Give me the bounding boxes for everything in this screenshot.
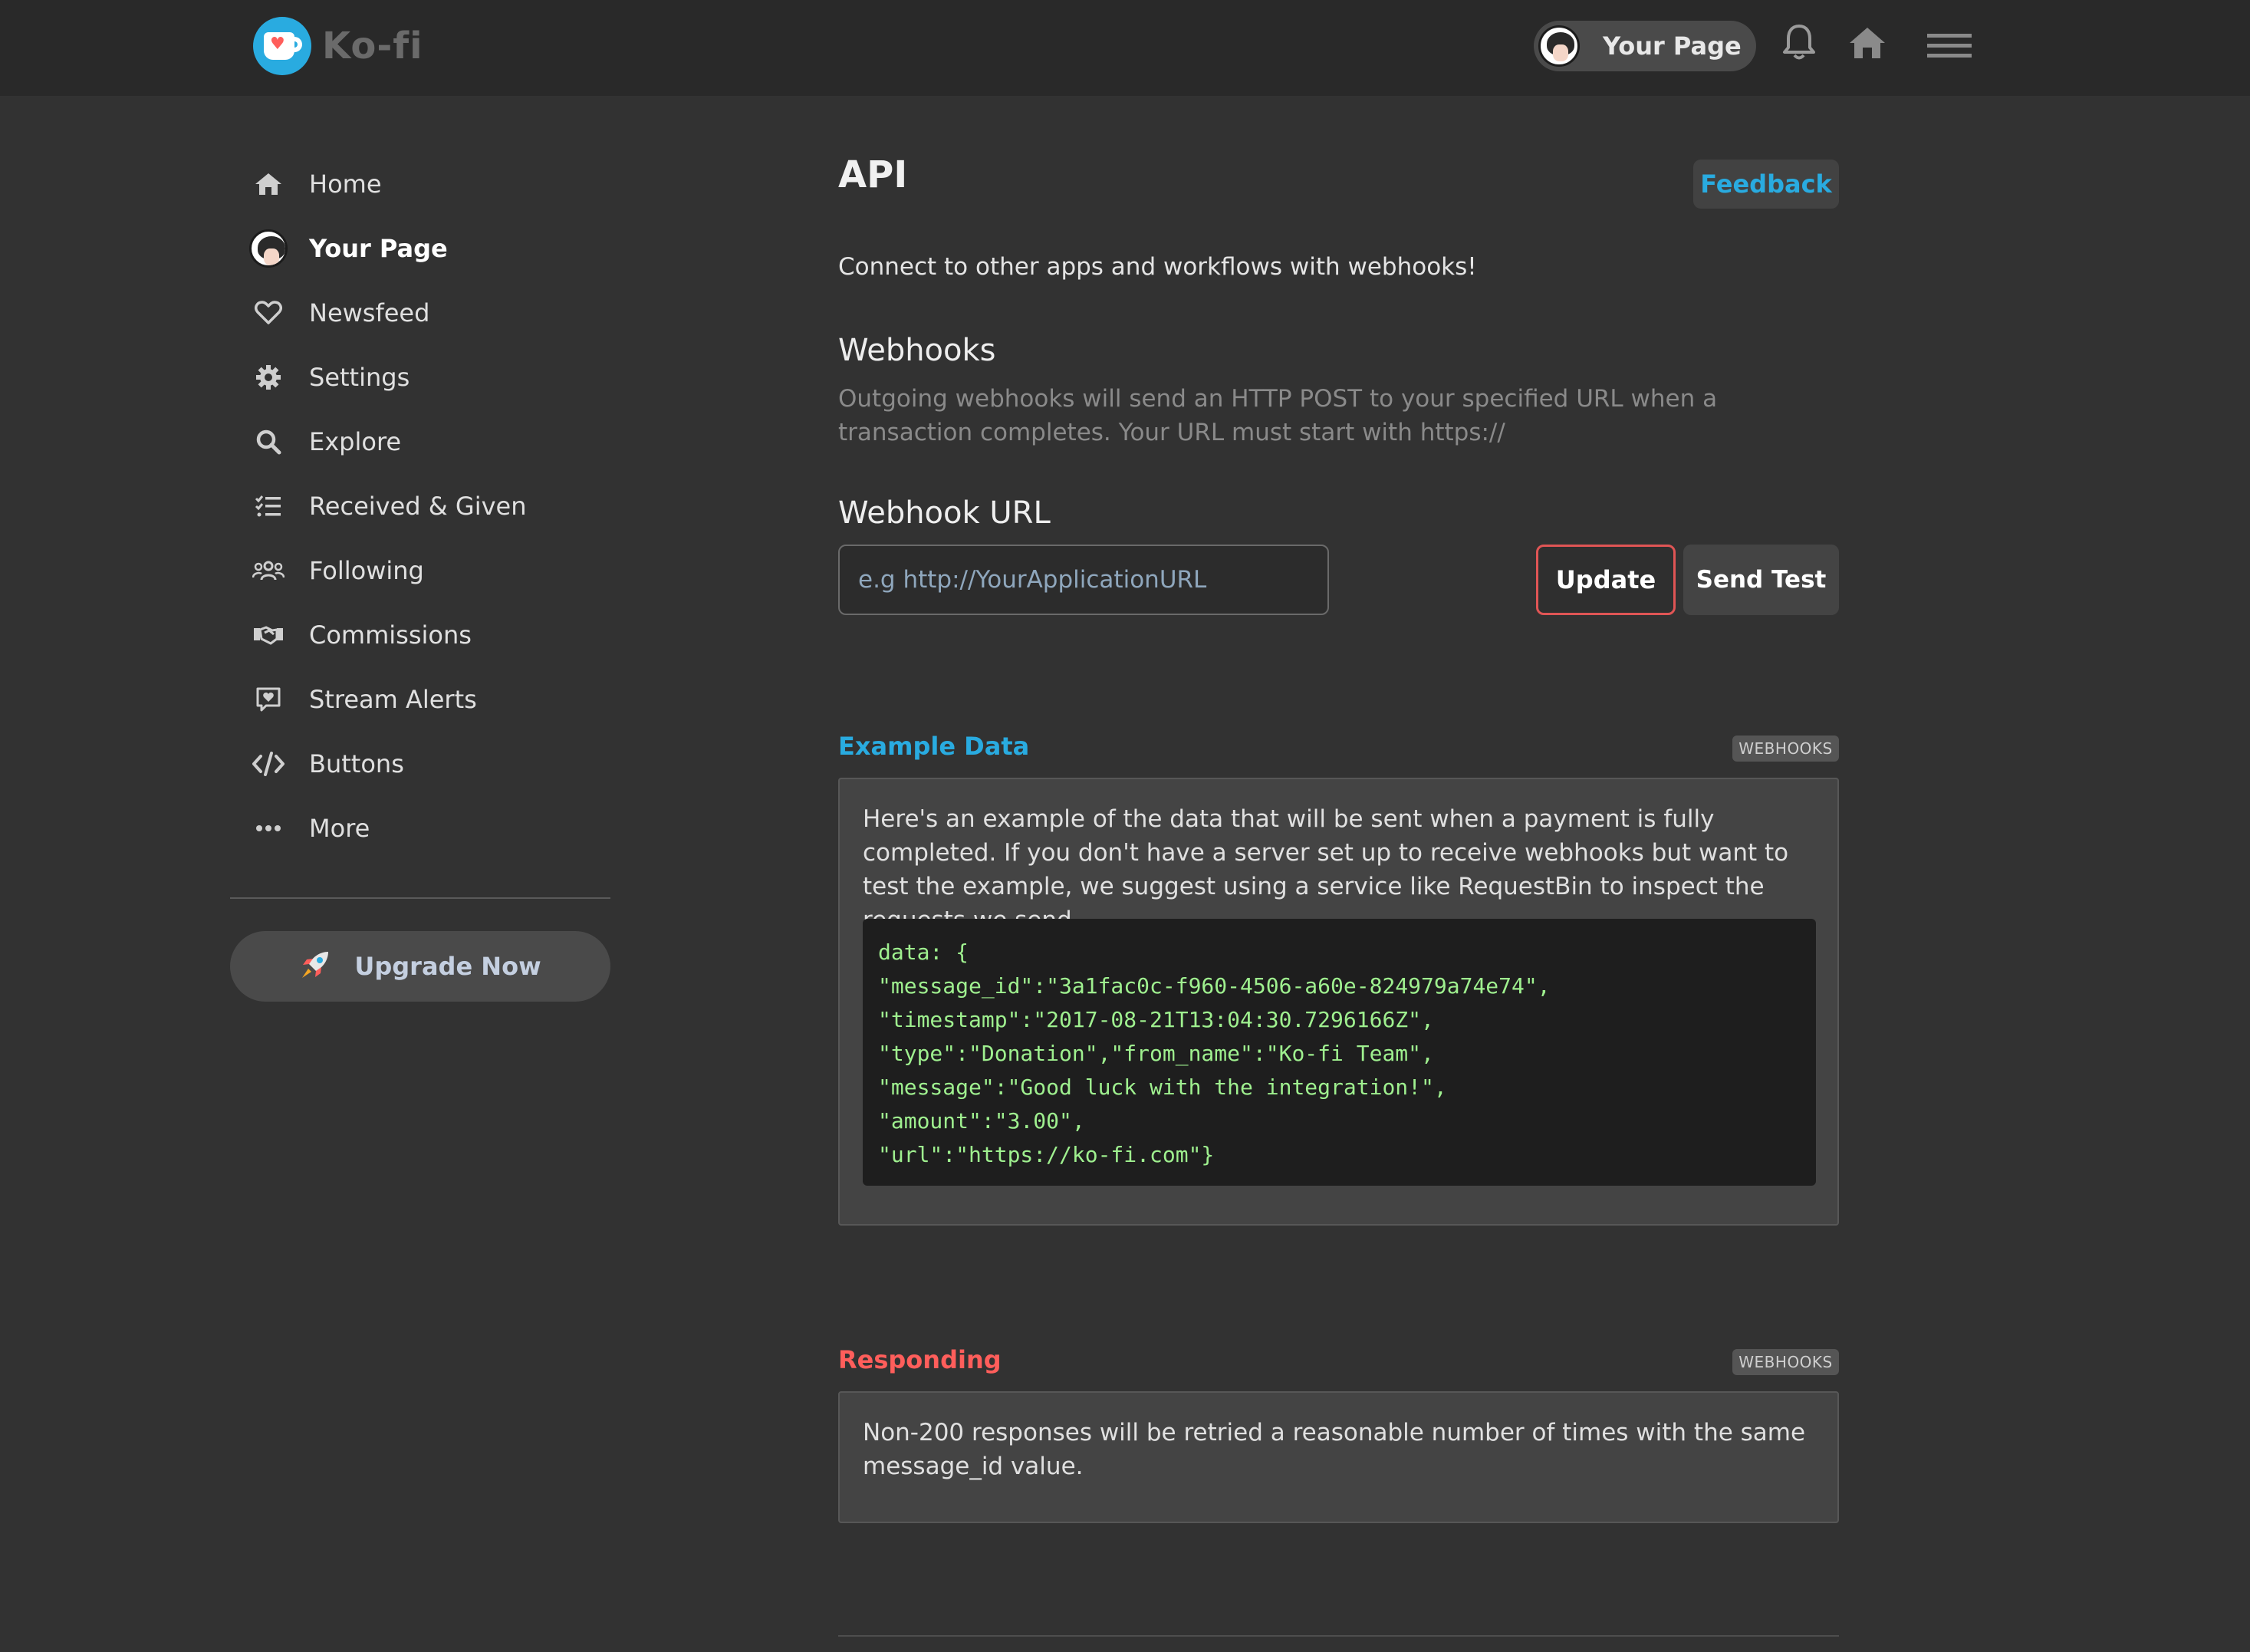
sidebar-item-more[interactable]: More [230,805,610,851]
webhooks-description: Outgoing webhooks will send an HTTP POST… [838,385,1718,446]
kofi-logo[interactable]: ♥ Ko-fi [253,17,423,75]
webhooks-badge: WEBHOOKS [1732,1349,1839,1375]
code-line: "message_id":"3a1fac0c-f960-4506-a60e-82… [878,973,1551,999]
webhook-url-input[interactable] [838,545,1329,615]
ellipsis-icon [245,805,291,851]
sidebar-item-label: More [309,814,370,843]
webhook-url-heading: Webhook URL [838,495,1051,531]
update-button[interactable]: Update [1536,545,1676,615]
code-line: "timestamp":"2017-08-21T13:04:30.7296166… [878,1007,1434,1032]
responding-text: Non-200 responses will be retried a reas… [863,1419,1806,1480]
webhooks-heading: Webhooks [838,333,996,368]
content-divider [838,1635,1839,1637]
heart-icon [245,290,291,336]
upgrade-now-button[interactable]: Upgrade Now [230,931,610,1002]
sidebar-item-commissions[interactable]: Commissions [230,612,610,658]
avatar [1538,25,1580,67]
sidebar-item-following[interactable]: Following [230,548,610,594]
sidebar-item-label: Following [309,556,424,585]
sidebar-divider [230,897,610,899]
top-navbar: ♥ Ko-fi Your Page [0,0,2250,96]
sidebar-item-label: Newsfeed [309,298,430,327]
code-line: "url":"https://ko-fi.com"} [878,1142,1215,1167]
alert-message-icon [245,676,291,722]
kofi-cup-icon: ♥ [253,17,311,75]
avatar [249,229,288,268]
send-test-button[interactable]: Send Test [1683,545,1839,615]
sidebar-item-label: Explore [309,427,402,456]
logo-text: Ko-fi [322,25,423,67]
example-data-title: Example Data [838,732,1030,761]
example-data-card: Here's an example of the data that will … [838,778,1839,1226]
sidebar-item-label: Home [309,169,382,199]
responding-card: Non-200 responses will be retried a reas… [838,1391,1839,1523]
sidebar-item-your-page[interactable]: Your Page [230,225,610,271]
page-title: API [838,153,908,196]
rocket-icon [299,949,331,984]
sidebar-item-label: Your Page [309,234,448,263]
sidebar-item-label: Settings [309,363,410,392]
code-line: "amount":"3.00", [878,1108,1085,1134]
gear-icon [245,354,291,400]
home-icon [245,161,291,207]
bell-icon[interactable] [1781,23,1817,64]
intro-text: Connect to other apps and workflows with… [838,253,1477,281]
sidebar-item-label: Commissions [309,620,472,650]
sidebar-item-buttons[interactable]: Buttons [230,741,610,787]
responding-title: Responding [838,1345,1002,1374]
users-icon [245,548,291,594]
feedback-button[interactable]: Feedback [1693,160,1839,209]
hamburger-menu-icon[interactable] [1927,32,1972,63]
home-icon[interactable] [1847,25,1888,63]
list-check-icon [245,483,291,529]
code-line: "type":"Donation","from_name":"Ko-fi Tea… [878,1041,1434,1066]
search-icon [245,419,291,465]
your-page-pill-label: Your Page [1603,31,1742,61]
code-line: "message":"Good luck with the integratio… [878,1074,1447,1100]
sidebar-item-received-given[interactable]: Received & Given [230,483,610,529]
code-line: data: { [878,940,969,965]
upgrade-now-label: Upgrade Now [354,952,541,981]
example-code-block: data: { "message_id":"3a1fac0c-f960-4506… [863,919,1816,1186]
sidebar-item-home[interactable]: Home [230,161,610,207]
sidebar-item-stream-alerts[interactable]: Stream Alerts [230,676,610,722]
sidebar-item-newsfeed[interactable]: Newsfeed [230,290,610,336]
your-page-pill-button[interactable]: Your Page [1534,21,1756,71]
sidebar-item-settings[interactable]: Settings [230,354,610,400]
sidebar-item-label: Buttons [309,749,404,778]
sidebar-item-label: Received & Given [309,492,527,521]
example-data-text: Here's an example of the data that will … [863,805,1789,934]
sidebar-item-label: Stream Alerts [309,685,477,714]
handshake-icon [245,612,291,658]
webhooks-badge: WEBHOOKS [1732,736,1839,762]
sidebar-item-explore[interactable]: Explore [230,419,610,465]
code-icon [245,741,291,787]
